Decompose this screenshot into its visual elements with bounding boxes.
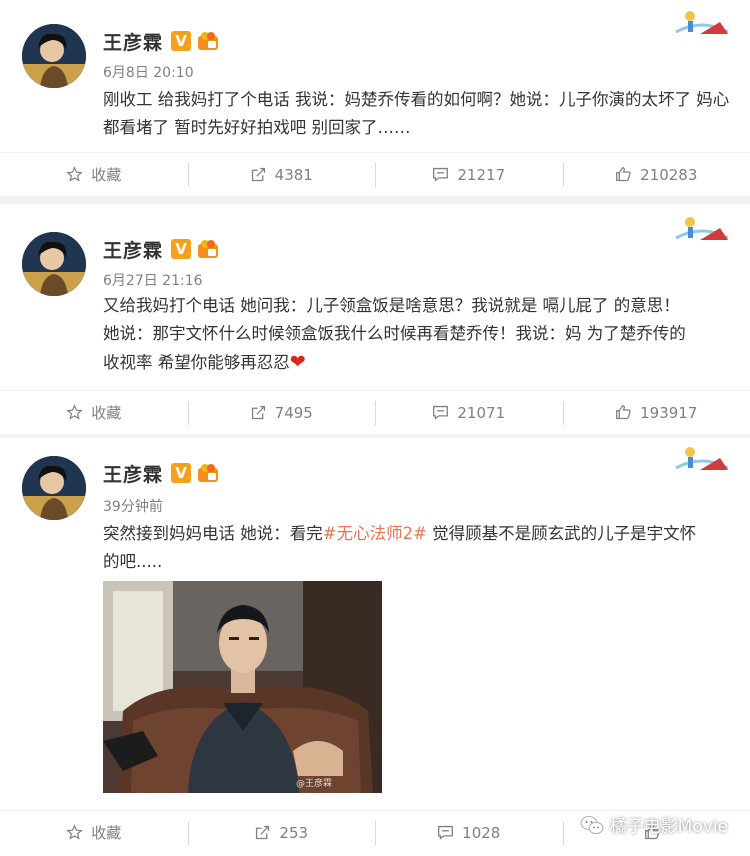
avatar[interactable] <box>22 456 86 520</box>
photo-man-in-uniform <box>103 581 382 793</box>
post-text-line: 收视率 希望你能够再忍忍❤ <box>103 348 733 377</box>
repost-icon <box>251 405 265 420</box>
weibo-post-1: 王彦霖 V 6月8日 20:10 刚收工 给我妈打了个电话 我说：妈楚乔传看的如… <box>0 0 750 196</box>
like-button[interactable]: 210283 <box>562 153 750 196</box>
post-text: 又给我妈打个电话 她问我：儿子领盒饭是啥意思？我说就是 嗝儿屁了 的意思！ 她说… <box>103 292 733 377</box>
star-icon <box>66 166 83 182</box>
verified-v-badge: V <box>171 31 192 51</box>
repost-count: 4381 <box>274 165 313 184</box>
verified-v-badge: V <box>171 463 192 483</box>
decoration-icon <box>675 11 729 34</box>
repost-count: 253 <box>279 823 309 842</box>
avatar-image <box>22 232 86 296</box>
decoration-icon <box>675 217 729 240</box>
wechat-icon <box>580 815 604 834</box>
comment-button[interactable]: 21217 <box>375 153 563 196</box>
favorite-button[interactable]: 收藏 <box>0 811 188 854</box>
heart-emoji-icon: ❤ <box>289 351 306 373</box>
post-actions: 收藏 7495 21071 193917 <box>0 390 750 434</box>
comment-count: 21071 <box>457 403 506 422</box>
star-icon <box>66 824 83 840</box>
post-text-part: 觉得顾基不是顾玄武的儿子是宇文怀 <box>426 524 697 543</box>
post-photo[interactable]: @王彦霖 <box>103 581 382 793</box>
comment-count: 1028 <box>462 823 501 842</box>
comment-icon <box>433 405 449 420</box>
post-text-part: 突然接到妈妈电话 她说：看完 <box>103 524 323 543</box>
like-count: 210283 <box>640 165 698 184</box>
post-time[interactable]: 39分钟前 <box>103 496 163 516</box>
repost-count: 7495 <box>274 403 313 422</box>
favorite-button[interactable]: 收藏 <box>0 391 188 434</box>
channel-watermark: 橘子电影Movie <box>580 812 728 837</box>
author-row: 王彦霖 V <box>103 460 219 486</box>
verified-v-badge: V <box>171 239 192 259</box>
avatar-image <box>22 24 86 88</box>
post-text: 突然接到妈妈电话 她说：看完#无心法师2# 觉得顾基不是顾玄武的儿子是宇文怀 的… <box>103 520 733 576</box>
favorite-label: 收藏 <box>91 166 122 184</box>
level-badge-icon <box>198 32 219 50</box>
like-button[interactable]: 193917 <box>562 391 750 434</box>
weibo-post-2: 王彦霖 V 6月27日 21:16 又给我妈打个电话 她问我：儿子领盒饭是啥意思… <box>0 204 750 434</box>
favorite-button[interactable]: 收藏 <box>0 153 188 196</box>
avatar[interactable] <box>22 232 86 296</box>
favorite-label: 收藏 <box>91 404 122 422</box>
comment-icon <box>433 167 449 182</box>
comment-button[interactable]: 1028 <box>375 811 563 854</box>
post-time[interactable]: 6月27日 21:16 <box>103 270 203 290</box>
author-row: 王彦霖 V <box>103 236 219 262</box>
post-actions: 收藏 4381 21217 210283 <box>0 152 750 196</box>
thumbs-up-icon <box>616 405 631 420</box>
author-row: 王彦霖 V <box>103 28 219 54</box>
username[interactable]: 王彦霖 <box>103 28 163 55</box>
post-text-line-3: 收视率 希望你能够再忍忍 <box>103 353 290 372</box>
repost-button[interactable]: 4381 <box>187 153 376 196</box>
username[interactable]: 王彦霖 <box>103 460 163 487</box>
post-text-line: 她说：那宇文怀什么时候领盒饭我什么时候再看楚乔传！我说：妈 为了楚乔传的 <box>103 324 686 343</box>
repost-button[interactable]: 253 <box>187 811 376 854</box>
avatar-image <box>22 456 86 520</box>
weibo-screenshot: 王彦霖 V 6月8日 20:10 刚收工 给我妈打了个电话 我说：妈楚乔传看的如… <box>0 0 750 856</box>
thumbs-up-icon <box>616 167 631 182</box>
comment-count: 21217 <box>457 165 506 184</box>
level-badge-icon <box>198 240 219 258</box>
post-text: 刚收工 给我妈打了个电话 我说：妈楚乔传看的如何啊？她说：儿子你演的太坏了 妈心… <box>103 90 730 137</box>
repost-icon <box>251 167 265 182</box>
post-text-line: 的吧..... <box>103 552 163 571</box>
repost-button[interactable]: 7495 <box>187 391 376 434</box>
topic-link[interactable]: #无心法师2# <box>323 524 427 543</box>
username[interactable]: 王彦霖 <box>103 236 163 263</box>
favorite-label: 收藏 <box>91 824 122 842</box>
level-badge-icon <box>198 464 219 482</box>
post-text-line: 突然接到妈妈电话 她说：看完#无心法师2# 觉得顾基不是顾玄武的儿子是宇文怀 <box>103 520 733 548</box>
comment-button[interactable]: 21071 <box>375 391 563 434</box>
post-text-line: 又给我妈打个电话 她问我：儿子领盒饭是啥意思？我说就是 嗝儿屁了 的意思！ <box>103 296 680 315</box>
post-time[interactable]: 6月8日 20:10 <box>103 62 194 82</box>
post-separator <box>0 196 750 204</box>
avatar[interactable] <box>22 24 86 88</box>
comment-icon <box>438 825 454 840</box>
repost-icon <box>256 825 270 840</box>
watermark-text: 橘子电影Movie <box>609 817 728 837</box>
decoration-icon <box>675 447 729 470</box>
like-count: 193917 <box>640 403 698 422</box>
star-icon <box>66 404 83 420</box>
photo-watermark: @王彦霖 <box>295 779 332 789</box>
